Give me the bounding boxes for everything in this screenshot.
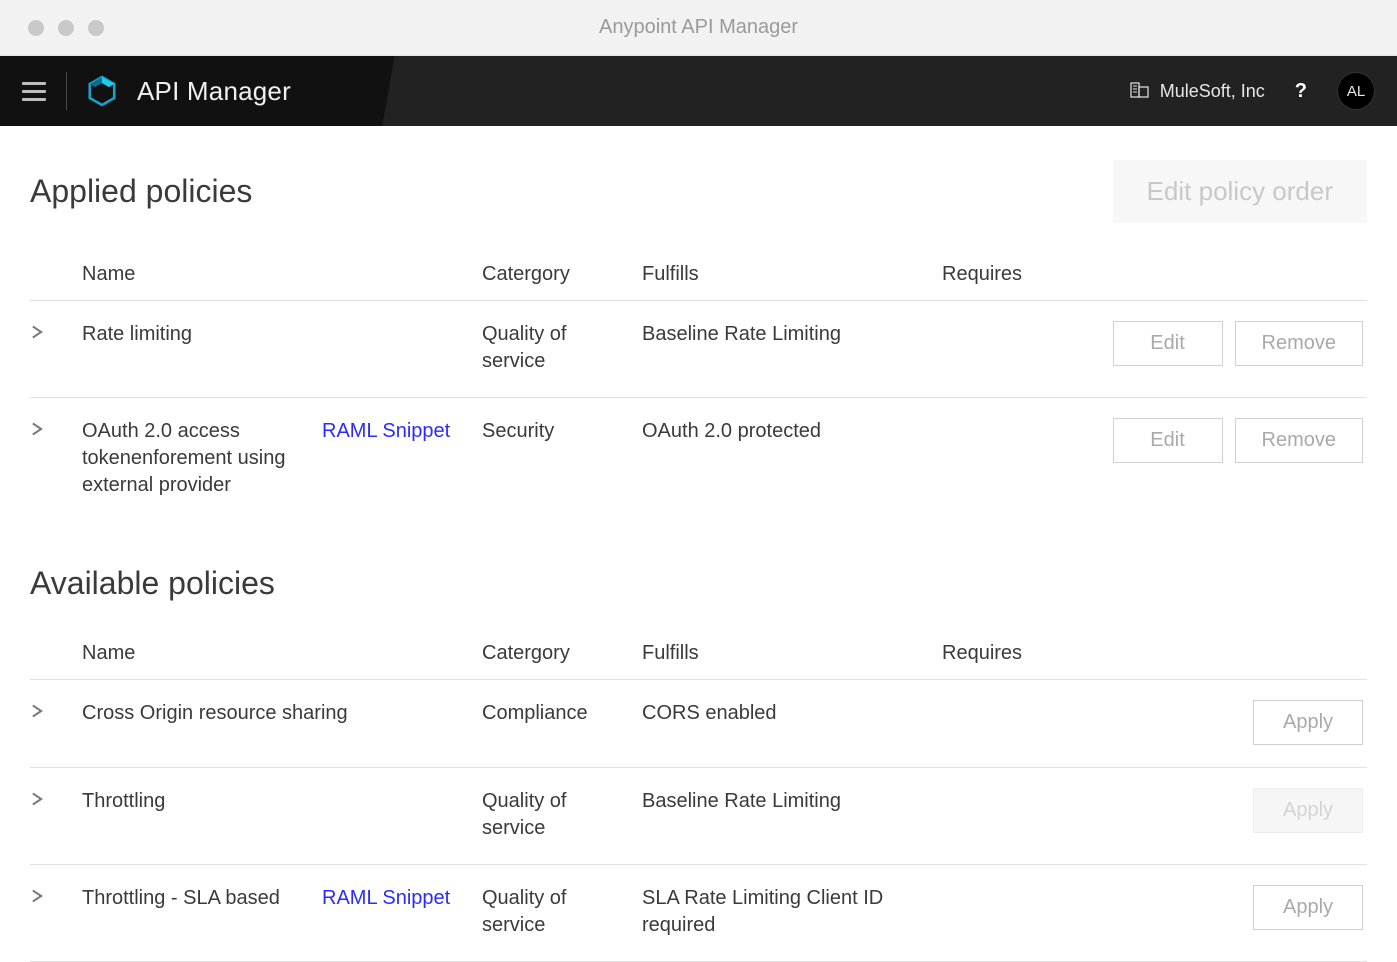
table-row: OAuth 2.0 access tokenenforement using e…: [30, 398, 1367, 521]
policy-name: OAuth 2.0 access tokenenforement using e…: [82, 418, 322, 499]
applied-policies-table: Name Catergory Fulfills Requires Rate li…: [30, 243, 1367, 521]
available-policies-table: Name Catergory Fulfills Requires Cross O…: [30, 622, 1367, 962]
expand-row-icon[interactable]: [30, 321, 82, 339]
policy-fulfills: OAuth 2.0 protected: [642, 418, 942, 445]
app-title: API Manager: [137, 76, 291, 107]
col-category: Catergory: [482, 640, 642, 667]
raml-snippet-link[interactable]: RAML Snippet: [322, 420, 450, 442]
policy-fulfills: CORS enabled: [642, 700, 942, 727]
policy-name: Cross Origin resource sharing: [82, 700, 482, 727]
col-requires: Requires: [942, 640, 1367, 667]
window-title: Anypoint API Manager: [0, 16, 1397, 39]
table-header: Name Catergory Fulfills Requires: [30, 622, 1367, 680]
edit-button[interactable]: Edit: [1113, 418, 1223, 463]
col-fulfills: Fulfills: [642, 261, 942, 288]
available-policies-heading: Available policies: [30, 565, 275, 602]
col-name: Name: [82, 261, 322, 288]
policy-name: Throttling - SLA based: [82, 885, 322, 912]
policy-category: Quality of service: [482, 885, 642, 939]
col-fulfills: Fulfills: [642, 640, 942, 667]
policy-category: Security: [482, 418, 642, 445]
col-requires: Requires: [942, 261, 1367, 288]
expand-row-icon[interactable]: [30, 788, 82, 806]
building-icon: [1130, 80, 1150, 103]
raml-snippet-link[interactable]: RAML Snippet: [322, 887, 450, 909]
apply-button[interactable]: Apply: [1253, 885, 1363, 930]
edit-button[interactable]: Edit: [1113, 321, 1223, 366]
minimize-window-button[interactable]: [58, 20, 74, 36]
remove-button[interactable]: Remove: [1235, 418, 1363, 463]
table-row: Throttling Quality of service Baseline R…: [30, 768, 1367, 865]
applied-policies-heading: Applied policies: [30, 173, 252, 210]
org-name: MuleSoft, Inc: [1160, 81, 1265, 102]
zoom-window-button[interactable]: [88, 20, 104, 36]
policy-name: Throttling: [82, 788, 322, 815]
policy-fulfills: Baseline Rate Limiting: [642, 788, 942, 815]
policy-category: Quality of service: [482, 321, 642, 375]
edit-policy-order-button[interactable]: Edit policy order: [1113, 160, 1367, 223]
expand-row-icon[interactable]: [30, 700, 82, 718]
table-row: Throttling - SLA based RAML Snippet Qual…: [30, 865, 1367, 962]
org-switcher[interactable]: MuleSoft, Inc: [1130, 80, 1265, 103]
col-category: Catergory: [482, 261, 642, 288]
apply-button[interactable]: Apply: [1253, 700, 1363, 745]
col-name: Name: [82, 640, 322, 667]
app-header: API Manager MuleSoft, Inc ? AL: [0, 56, 1397, 126]
expand-row-icon[interactable]: [30, 418, 82, 436]
help-icon[interactable]: ?: [1285, 76, 1317, 107]
policy-fulfills: Baseline Rate Limiting: [642, 321, 942, 348]
policy-name: Rate limiting: [82, 321, 322, 348]
table-header: Name Catergory Fulfills Requires: [30, 243, 1367, 301]
policy-fulfills: SLA Rate Limiting Client ID required: [642, 885, 942, 939]
table-row: Rate limiting Quality of service Baselin…: [30, 301, 1367, 398]
policy-category: Quality of service: [482, 788, 642, 842]
expand-row-icon[interactable]: [30, 885, 82, 903]
window-controls: [0, 20, 104, 36]
product-logo-icon: [87, 75, 117, 107]
remove-button[interactable]: Remove: [1235, 321, 1363, 366]
table-row: Cross Origin resource sharing Compliance…: [30, 680, 1367, 768]
page-content: Applied policies Edit policy order Name …: [0, 126, 1397, 962]
close-window-button[interactable]: [28, 20, 44, 36]
divider: [66, 72, 67, 110]
policy-category: Compliance: [482, 700, 642, 727]
hamburger-icon[interactable]: [22, 82, 46, 101]
apply-button: Apply: [1253, 788, 1363, 833]
avatar[interactable]: AL: [1337, 72, 1375, 110]
window-titlebar: Anypoint API Manager: [0, 0, 1397, 56]
